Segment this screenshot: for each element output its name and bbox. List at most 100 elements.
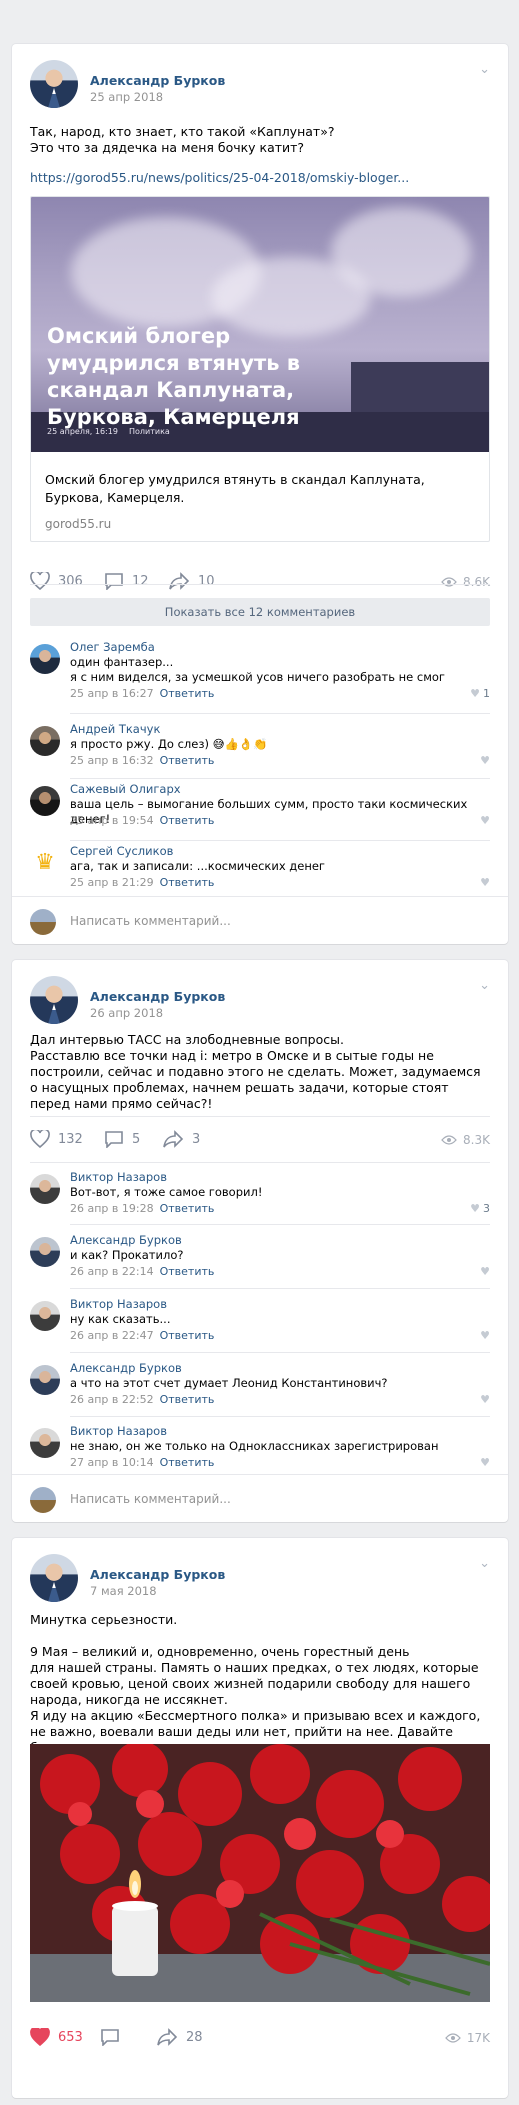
divider <box>30 584 490 585</box>
comment-date[interactable]: 27 апр в 10:14 <box>70 1456 154 1469</box>
comment-meta: 26 апр в 22:52 Ответить <box>70 1393 214 1406</box>
comment-like-button[interactable]: ♥ 1 <box>470 687 490 700</box>
post-date[interactable]: 25 апр 2018 <box>90 90 163 104</box>
comment-date[interactable]: 26 апр в 22:52 <box>70 1393 154 1406</box>
comment-like-button[interactable]: ♥ <box>480 876 490 889</box>
comment-icon <box>104 1130 124 1148</box>
post-link[interactable]: https://gorod55.ru/news/politics/25-04-2… <box>30 170 409 185</box>
link-card-date: 25 апреля, 16:19 <box>47 427 118 436</box>
comment-date[interactable]: 25 апр в 16:32 <box>70 754 154 767</box>
avatar[interactable] <box>30 1174 60 1204</box>
chevron-down-icon[interactable]: ⌄ <box>479 1556 490 1571</box>
comment-meta: 27 апр в 10:14 Ответить <box>70 1456 214 1469</box>
comment: Виктор Назаров Вот-вот, я тоже самое гов… <box>30 1170 490 1232</box>
share-icon <box>156 2028 178 2046</box>
avatar[interactable] <box>30 60 78 108</box>
comment-like-button[interactable]: ♥ <box>480 1393 490 1406</box>
reply-link[interactable]: Ответить <box>160 814 215 827</box>
comment-date[interactable]: 26 апр в 22:47 <box>70 1329 154 1342</box>
reply-link[interactable]: Ответить <box>160 1456 215 1469</box>
post-author[interactable]: Александр Бурков <box>90 989 225 1004</box>
like-button[interactable]: 306 <box>30 572 83 590</box>
comment-input[interactable]: Написать комментарий... <box>70 914 231 928</box>
comment-like-button[interactable]: ♥ <box>480 1456 490 1469</box>
reply-link[interactable]: Ответить <box>160 687 215 700</box>
comment-author[interactable]: Виктор Назаров <box>70 1170 167 1184</box>
avatar[interactable] <box>30 726 60 756</box>
comment-like-button[interactable]: ♥ 3 <box>470 1202 490 1215</box>
post-actions: 132 5 3 8.3K <box>12 1120 508 1164</box>
post-author[interactable]: Александр Бурков <box>90 1567 225 1582</box>
reply-link[interactable]: Ответить <box>160 1329 215 1342</box>
comment-author[interactable]: Сергей Сусликов <box>70 844 173 858</box>
avatar[interactable] <box>30 1428 60 1458</box>
comment-like-button[interactable]: ♥ <box>480 1265 490 1278</box>
like-button[interactable]: 132 <box>30 1130 83 1148</box>
link-card-domain: gorod55.ru <box>45 517 112 531</box>
share-button[interactable]: 10 <box>168 572 215 590</box>
post-date[interactable]: 26 апр 2018 <box>90 1006 163 1020</box>
comment-button[interactable]: 5 <box>104 1130 140 1148</box>
chevron-down-icon[interactable]: ⌄ <box>479 62 490 77</box>
link-card[interactable]: Омский блогер умудрился втянуть в сканда… <box>30 196 490 542</box>
write-comment[interactable]: Написать комментарий... <box>12 896 508 944</box>
comment-date[interactable]: 26 апр в 22:14 <box>70 1265 154 1278</box>
divider <box>70 1288 490 1289</box>
post-date[interactable]: 7 мая 2018 <box>90 1584 157 1598</box>
heart-icon: ♥ <box>480 1456 490 1469</box>
comment-date[interactable]: 25 апр в 19:54 <box>70 814 154 827</box>
comment-author[interactable]: Сажевый Олигарх <box>70 782 181 796</box>
reply-link[interactable]: Ответить <box>160 1265 215 1278</box>
reply-link[interactable]: Ответить <box>160 876 215 889</box>
share-button[interactable]: 28 <box>156 2028 203 2046</box>
post-photo[interactable] <box>30 1744 490 2002</box>
heart-icon: ♥ <box>480 876 490 889</box>
comment-like-button[interactable]: ♥ <box>480 1329 490 1342</box>
comment-icon <box>104 572 124 590</box>
avatar[interactable] <box>30 1237 60 1267</box>
comment-like-button[interactable]: ♥ <box>480 814 490 827</box>
chevron-down-icon[interactable]: ⌄ <box>479 978 490 993</box>
comment-date[interactable]: 25 апр в 16:27 <box>70 687 154 700</box>
avatar[interactable] <box>30 976 78 1024</box>
avatar[interactable] <box>30 1365 60 1395</box>
comment-count: 12 <box>132 573 149 589</box>
like-button[interactable]: 653 <box>30 2028 83 2046</box>
divider <box>70 713 490 714</box>
avatar[interactable] <box>30 786 60 816</box>
reply-link[interactable]: Ответить <box>160 1202 215 1215</box>
comment: Олег Заремба один фантазер... я с ним ви… <box>30 640 490 702</box>
comment-author[interactable]: Олег Заремба <box>70 640 155 654</box>
avatar[interactable] <box>30 644 60 674</box>
avatar[interactable]: ♛ <box>30 848 60 878</box>
avatar[interactable] <box>30 1301 60 1331</box>
share-icon <box>168 572 190 590</box>
heart-icon <box>30 572 50 590</box>
heart-icon: ♥ <box>480 1265 490 1278</box>
reply-link[interactable]: Ответить <box>160 1393 215 1406</box>
comment-button[interactable] <box>100 2028 128 2046</box>
reply-link[interactable]: Ответить <box>160 754 215 767</box>
comment-author[interactable]: Александр Бурков <box>70 1361 182 1375</box>
comment-author[interactable]: Андрей Ткачук <box>70 722 160 736</box>
comment-meta: 25 апр в 19:54 Ответить <box>70 814 214 827</box>
comment-button[interactable]: 12 <box>104 572 149 590</box>
comment-author[interactable]: Виктор Назаров <box>70 1297 167 1311</box>
views: 8.3K <box>441 1133 490 1147</box>
write-comment[interactable]: Написать комментарий... <box>12 1474 508 1522</box>
share-button[interactable]: 3 <box>162 1130 200 1148</box>
comment-like-count: 3 <box>483 1202 490 1215</box>
comment-input[interactable]: Написать комментарий... <box>70 1492 231 1506</box>
avatar[interactable] <box>30 1554 78 1602</box>
comment-date[interactable]: 25 апр в 21:29 <box>70 876 154 889</box>
comment-author[interactable]: Виктор Назаров <box>70 1424 167 1438</box>
comment-date[interactable]: 26 апр в 19:28 <box>70 1202 154 1215</box>
post-author[interactable]: Александр Бурков <box>90 73 225 88</box>
share-icon <box>162 1130 184 1148</box>
views-count: 8.3K <box>463 1133 490 1147</box>
comment-like-button[interactable]: ♥ <box>480 754 490 767</box>
comment: Андрей Ткачук я просто ржу. До слез) 😅👍👌… <box>30 722 490 784</box>
comment-text: я просто ржу. До слез) 😅👍👌👏 <box>70 737 268 751</box>
comment-author[interactable]: Александр Бурков <box>70 1233 182 1247</box>
show-all-comments-button[interactable]: Показать все 12 комментариев <box>30 598 490 626</box>
